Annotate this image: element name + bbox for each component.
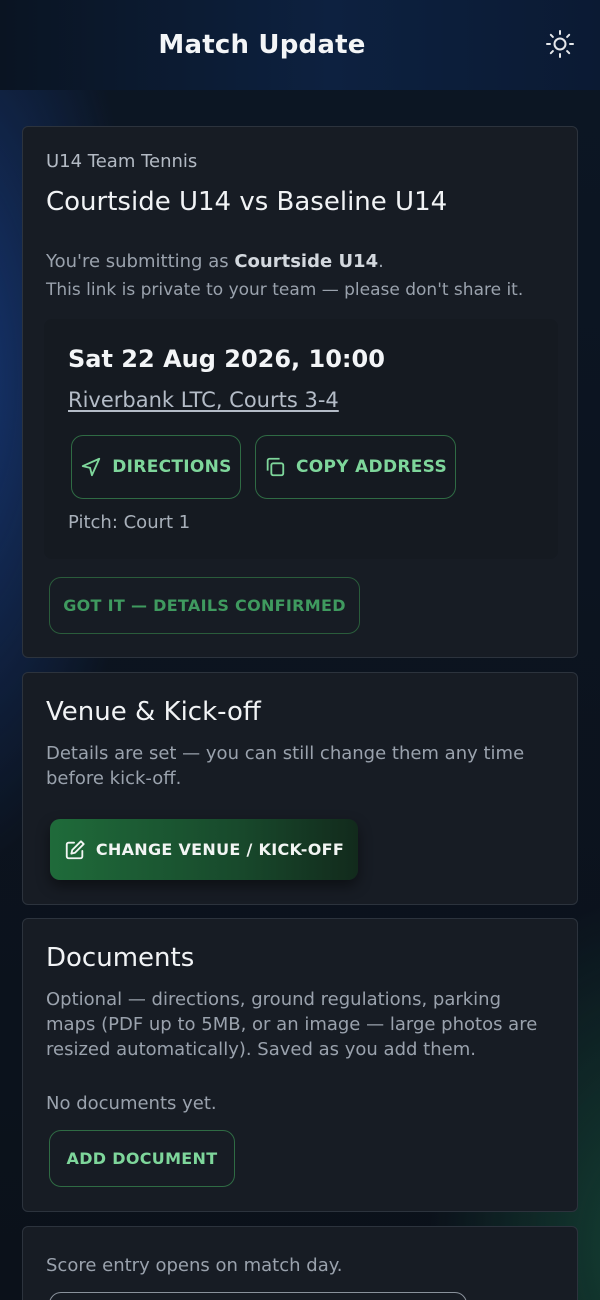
submitting-prefix: You're submitting as [46, 251, 235, 272]
submitting-suffix: . [378, 251, 384, 272]
score-entry-button[interactable] [49, 1292, 467, 1300]
confirm-details-label: GOT IT — DETAILS CONFIRMED [63, 596, 346, 615]
confirm-details-button[interactable]: GOT IT — DETAILS CONFIRMED [49, 577, 360, 634]
privacy-note: This link is private to your team — plea… [46, 280, 524, 300]
venue-kickoff-card: Venue & Kick-off Details are set — you c… [22, 672, 578, 905]
match-title: Courtside U14 vs Baseline U14 [46, 187, 448, 217]
copy-address-label: COPY ADDRESS [295, 457, 448, 477]
venue-link[interactable]: Riverbank LTC, Courts 3-4 [68, 388, 339, 412]
pitch-label: Pitch: Court 1 [68, 512, 191, 533]
score-entry-card: Score entry opens on match day. [22, 1226, 578, 1300]
theme-toggle-button[interactable] [544, 28, 576, 60]
page-title: Match Update [158, 30, 366, 60]
navigation-arrow-icon [82, 457, 101, 477]
submitting-team: Courtside U14 [234, 251, 379, 272]
add-document-label: ADD DOCUMENT [66, 1149, 218, 1168]
documents-description: Optional — directions, ground regulation… [46, 989, 538, 1060]
venue-section-title: Venue & Kick-off [46, 697, 261, 727]
add-document-button[interactable]: ADD DOCUMENT [49, 1130, 235, 1187]
copy-address-button[interactable]: COPY ADDRESS [255, 435, 456, 499]
documents-card: Documents Optional — directions, ground … [22, 918, 578, 1212]
venue-section-description: Details are set — you can still change t… [46, 743, 525, 789]
documents-title: Documents [46, 943, 195, 973]
app-header: Match Update [0, 0, 600, 90]
match-datetime: Sat 22 Aug 2026, 10:00 [68, 345, 385, 373]
change-venue-label: CHANGE VENUE / KICK-OFF [95, 840, 345, 859]
competition-label: U14 Team Tennis [46, 151, 198, 172]
documents-empty-state: No documents yet. [46, 1093, 217, 1114]
sun-icon [546, 30, 574, 58]
submitting-as: You're submitting as Courtside U14. [46, 251, 384, 272]
directions-label: DIRECTIONS [112, 457, 232, 477]
match-card: U14 Team Tennis Courtside U14 vs Baselin… [22, 126, 578, 658]
directions-button[interactable]: DIRECTIONS [71, 435, 241, 499]
edit-icon [65, 839, 85, 859]
fixture-box: Sat 22 Aug 2026, 10:00 Riverbank LTC, Co… [44, 319, 558, 559]
score-entry-note: Score entry opens on match day. [46, 1255, 343, 1276]
change-venue-button[interactable]: CHANGE VENUE / KICK-OFF [50, 819, 358, 880]
copy-icon [266, 457, 285, 477]
